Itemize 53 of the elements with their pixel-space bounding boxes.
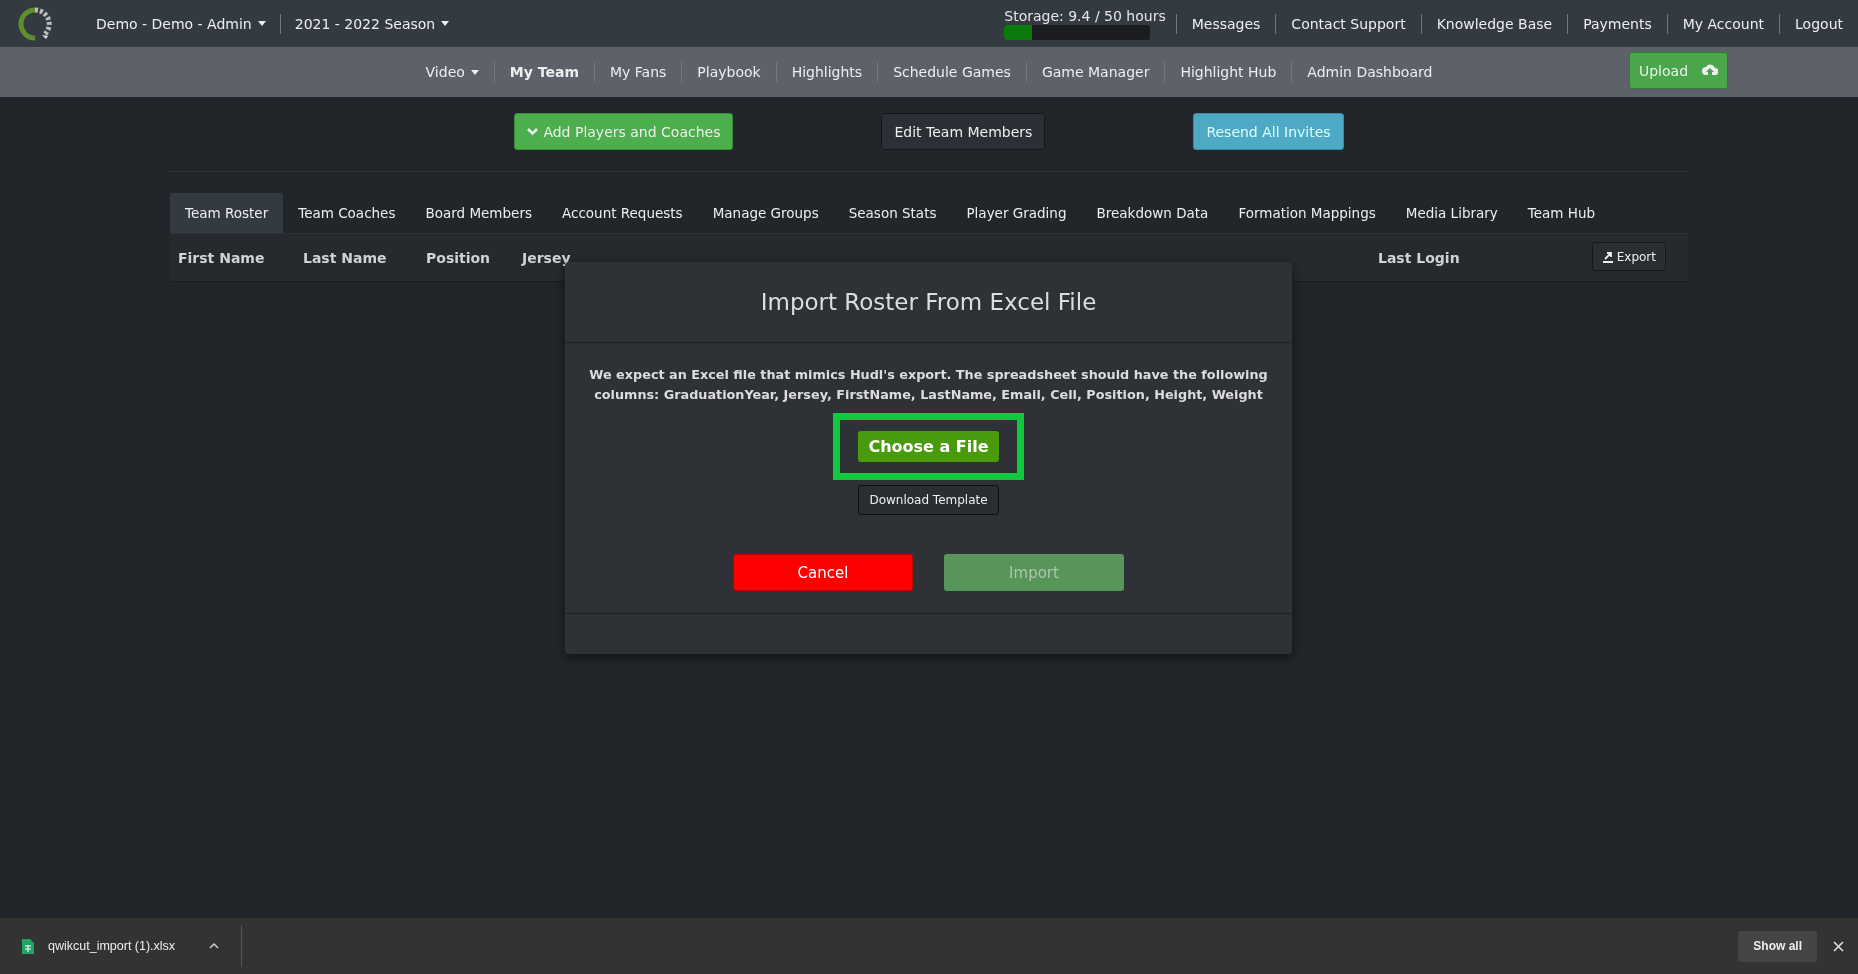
column-header[interactable]: Jersey (514, 249, 579, 266)
top-link[interactable]: Contact Support (1276, 15, 1421, 32)
nav-link[interactable]: Playbook (682, 64, 776, 80)
tab[interactable]: Board Members (410, 193, 547, 233)
chevron-up-icon[interactable] (209, 943, 220, 949)
top-link[interactable]: Knowledge Base (1421, 15, 1568, 32)
top-link[interactable]: Logout (1780, 15, 1858, 32)
nav-link[interactable]: Schedule Games (878, 64, 1026, 80)
choose-file-button[interactable]: Choose a File (858, 431, 999, 462)
export-icon (1601, 250, 1614, 263)
nav-link[interactable]: Highlights (776, 64, 878, 80)
tab[interactable]: Account Requests (547, 193, 698, 233)
season-menu[interactable]: 2021 - 2022 Season (280, 15, 464, 32)
download-filename[interactable]: qwikcut_import (1).xlsx (48, 939, 176, 953)
account-menu[interactable]: Demo - Demo - Admin (82, 15, 280, 32)
top-link[interactable]: Messages (1176, 15, 1276, 32)
dialog-title: Import Roster From Excel File (760, 289, 1097, 315)
download-template-button[interactable]: Download Template (858, 485, 999, 515)
show-all-button[interactable]: Show all (1738, 930, 1817, 962)
dialog-description: We expect an Excel file that mimics Hudl's export. The spreadsheet should have the following columns: GraduationYear, Jersey, FirstName, LastName, Email, Cell, Position, Height, Weight (588, 366, 1269, 404)
nav-link[interactable]: Admin Dashboard (1292, 64, 1448, 80)
cancel-button[interactable]: Cancel (733, 554, 913, 591)
caret-icon (257, 21, 266, 26)
spreadsheet-icon (22, 938, 34, 954)
chevron-down-icon (527, 127, 539, 136)
logo-icon[interactable] (18, 6, 52, 41)
tab[interactable]: Manage Groups (697, 193, 834, 233)
tab[interactable]: Formation Mappings (1223, 193, 1391, 233)
tab[interactable]: Season Stats (833, 193, 952, 233)
nav-link[interactable]: Highlight Hub (1165, 64, 1292, 80)
cloud-upload-icon (1702, 63, 1719, 78)
column-header[interactable]: Last Login (1370, 249, 1468, 266)
column-header[interactable]: First Name (170, 249, 295, 266)
column-header[interactable]: Position (418, 249, 514, 266)
action-button[interactable]: Edit Team Members (881, 113, 1046, 150)
nav-link[interactable]: My Team (494, 64, 594, 80)
nav-link[interactable]: My Fans (595, 64, 682, 80)
caret-icon (441, 21, 450, 26)
tab[interactable]: Team Roster (170, 193, 284, 233)
nav-link[interactable]: Game Manager (1026, 64, 1165, 80)
nav-link[interactable]: Video (410, 64, 494, 80)
close-icon[interactable] (1833, 940, 1844, 952)
tab[interactable]: Team Hub (1512, 193, 1611, 233)
tab[interactable]: Player Grading (951, 193, 1082, 233)
storage-label: Storage: 9.4 / 50 hours (1004, 7, 1166, 24)
tab[interactable]: Media Library (1390, 193, 1513, 233)
top-link[interactable]: My Account (1667, 15, 1780, 32)
caret-icon (470, 69, 479, 75)
tab[interactable]: Breakdown Data (1081, 193, 1224, 233)
export-button[interactable]: Export (1591, 242, 1666, 271)
tab[interactable]: Team Coaches (283, 193, 411, 233)
top-link[interactable]: Payments (1568, 15, 1667, 32)
column-header[interactable]: Last Name (295, 249, 418, 266)
